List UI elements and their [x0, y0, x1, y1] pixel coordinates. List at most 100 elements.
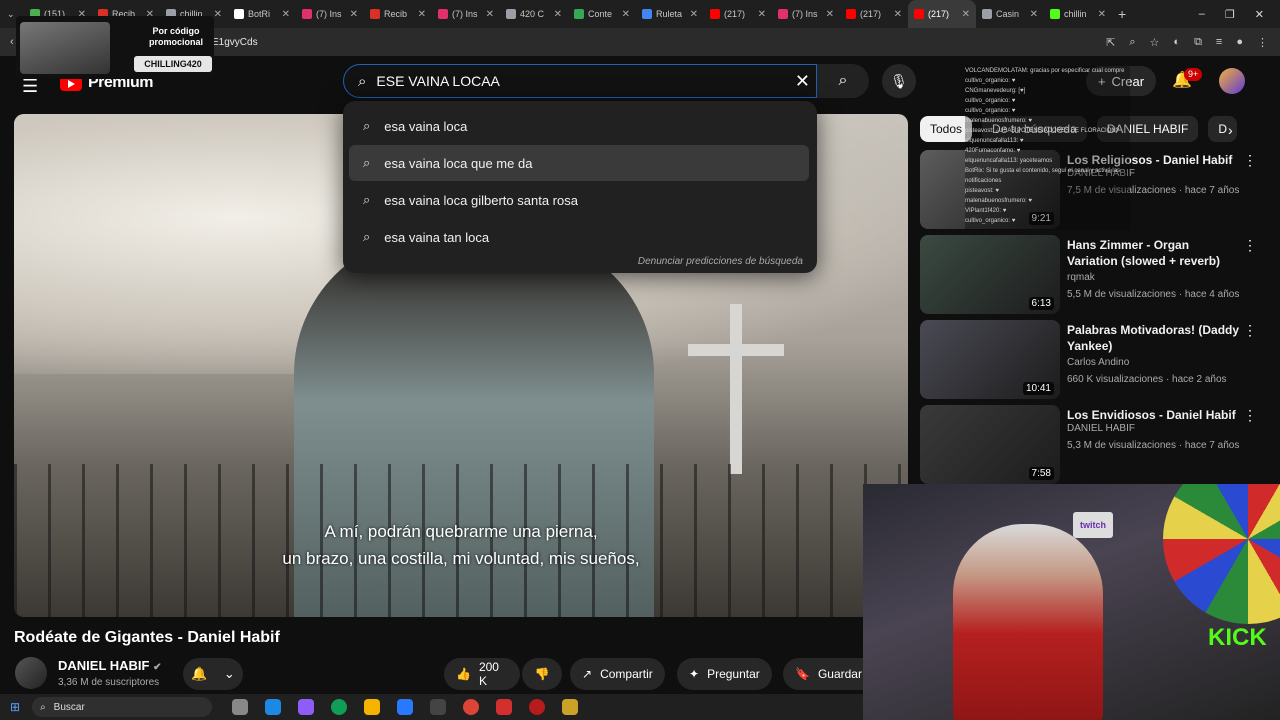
search-button[interactable]: ⌕ — [817, 64, 869, 98]
browser-tab[interactable]: (7) Ins ✕ — [432, 0, 500, 28]
channel-avatar[interactable] — [15, 657, 47, 689]
maximize-icon[interactable]: ❐ — [1225, 8, 1235, 21]
close-tab-icon[interactable]: ✕ — [959, 9, 970, 20]
profile-icon[interactable]: ● — [1236, 36, 1243, 49]
bookmark-star-icon[interactable]: ☆ — [1150, 36, 1160, 49]
more-icon[interactable]: ⋮ — [1257, 36, 1268, 49]
puzzle-icon[interactable]: ⧉ — [1194, 36, 1202, 49]
recommended-video[interactable]: 7:58 Los Envidiosos - Daniel Habif DANIEL … — [920, 405, 1260, 485]
search-box[interactable]: ⌕ ESE VAINA LOCAA ✕ — [343, 64, 817, 98]
video-title[interactable]: Los Envidiosos - Daniel Habif — [1067, 407, 1242, 423]
voice-search-button[interactable]: 🎙 — [882, 64, 916, 98]
browser-tab[interactable]: chillin ✕ — [1044, 0, 1112, 28]
chat-message: BotRix: Si te gusta el contenido, seguí … — [965, 168, 1121, 184]
browser-tab[interactable]: (217) ✕ — [704, 0, 772, 28]
share-button[interactable]: ↗ Compartir — [570, 658, 665, 690]
tab-title: (217) — [724, 9, 746, 19]
app-icon-2[interactable] — [562, 699, 579, 715]
browser-tab[interactable]: Recib ✕ — [364, 0, 432, 28]
video-cross-bar — [688, 344, 784, 356]
app-icon[interactable] — [430, 699, 447, 715]
browser-tab[interactable]: Ruleta ✕ — [636, 0, 704, 28]
browser-tab[interactable]: (7) Ins ✕ — [296, 0, 364, 28]
browser-tab[interactable]: (217) ✕ — [908, 0, 976, 28]
close-tab-icon[interactable]: ✕ — [823, 9, 834, 20]
more-options-icon[interactable]: ⋮ — [1243, 237, 1257, 254]
subscription-notifications-button[interactable]: 🔔 ⌄ — [183, 658, 243, 690]
recommended-video[interactable]: 10:41 Palabras Motivadoras! (Daddy Yankee… — [920, 320, 1260, 400]
media-icon[interactable]: ≡ — [1216, 36, 1222, 49]
url-text[interactable]: E1gvyCds — [212, 37, 258, 48]
install-icon[interactable]: ⇱ — [1106, 36, 1115, 49]
hamburger-menu-icon[interactable]: ☰ — [22, 76, 38, 97]
video-title[interactable]: Palabras Motivadoras! (Daddy Yankee) — [1067, 322, 1242, 354]
close-window-icon[interactable]: ✕ — [1255, 8, 1264, 21]
channel-name[interactable]: rqmak — [1067, 272, 1095, 283]
new-tab-button[interactable]: + — [1112, 0, 1138, 28]
video-thumbnail[interactable]: 7:58 — [920, 405, 1060, 484]
windows-start-icon[interactable]: ⊞ — [10, 700, 20, 714]
outlook-icon[interactable] — [397, 699, 414, 715]
channel-name[interactable]: Carlos Andino — [1067, 357, 1129, 368]
chevron-right-icon[interactable]: › — [1228, 122, 1233, 138]
close-tab-icon[interactable]: ✕ — [755, 9, 766, 20]
stream-chat-overlay: VOLCANDEMOLATAM: gracias por especificar… — [965, 66, 1130, 230]
minimize-icon[interactable]: – — [1199, 8, 1205, 21]
browser-tab[interactable]: (217) ✕ — [840, 0, 908, 28]
close-tab-icon[interactable]: ✕ — [619, 9, 630, 20]
tab-title: (217) — [860, 9, 882, 19]
copilot-icon[interactable] — [298, 699, 315, 715]
tab-favicon-icon — [506, 9, 516, 19]
close-tab-icon[interactable]: ✕ — [415, 9, 426, 20]
edge-icon[interactable] — [331, 699, 348, 715]
close-tab-icon[interactable]: ✕ — [551, 9, 562, 20]
browser-tab[interactable]: BotRi ✕ — [228, 0, 296, 28]
search-suggestion[interactable]: ⌕ esa vaina loca que me da — [349, 145, 809, 181]
extension-icon[interactable]: ◐ — [1173, 36, 1180, 49]
save-button[interactable]: 🔖 Guardar — [783, 658, 863, 690]
chat-message: VOLCANDEMOLATAM: gracias por especificar… — [965, 68, 1125, 74]
close-tab-icon[interactable]: ✕ — [687, 9, 698, 20]
back-icon[interactable]: ‹ — [10, 36, 14, 48]
account-avatar[interactable] — [1219, 68, 1245, 94]
task-view-icon[interactable] — [232, 699, 249, 715]
report-predictions-link[interactable]: Denunciar predicciones de búsqueda — [638, 256, 803, 267]
tab-title: BotRi — [248, 9, 271, 19]
zoom-icon[interactable]: ⌕ — [1129, 36, 1135, 49]
store-icon[interactable] — [265, 699, 282, 715]
clear-search-icon[interactable]: ✕ — [795, 71, 810, 92]
file-explorer-icon[interactable] — [364, 699, 381, 715]
tab-favicon-icon — [302, 9, 312, 19]
channel-name[interactable]: DANIEL HABIF ✔ — [58, 658, 162, 673]
recorder-icon[interactable] — [496, 699, 513, 715]
close-tab-icon[interactable]: ✕ — [347, 9, 358, 20]
more-options-icon[interactable]: ⋮ — [1243, 152, 1257, 169]
dislike-button[interactable]: 👎 — [522, 658, 562, 690]
video-thumbnail[interactable]: 10:41 — [920, 320, 1060, 399]
video-title[interactable]: Hans Zimmer - Organ Variation (slowed + … — [1067, 237, 1242, 269]
taskbar-search[interactable]: ⌕ Buscar — [32, 697, 213, 717]
browser-tab[interactable]: Conte ✕ — [568, 0, 636, 28]
channel-name[interactable]: DANIEL HABIF — [1067, 423, 1135, 434]
ask-button[interactable]: ✦ Preguntar — [677, 658, 772, 690]
video-thumbnail[interactable]: 6:13 — [920, 235, 1060, 314]
search-suggestion[interactable]: ⌕ esa vaina loca — [349, 108, 809, 144]
close-tab-icon[interactable]: ✕ — [1027, 9, 1038, 20]
like-button[interactable]: 👍 200 K — [444, 658, 520, 690]
more-options-icon[interactable]: ⋮ — [1243, 322, 1257, 339]
search-suggestion[interactable]: ⌕ esa vaina loca gilberto santa rosa — [349, 182, 809, 218]
search-input[interactable]: ESE VAINA LOCAA — [376, 73, 499, 89]
browser-tab[interactable]: 420 C ✕ — [500, 0, 568, 28]
more-options-icon[interactable]: ⋮ — [1243, 407, 1257, 424]
chat-message: malenabuenosfrumero: ♥ — [965, 198, 1032, 204]
recommended-video[interactable]: 6:13 Hans Zimmer - Organ Variation (slowe… — [920, 235, 1260, 315]
close-tab-icon[interactable]: ✕ — [1095, 9, 1106, 20]
chrome-icon[interactable] — [463, 699, 480, 715]
close-tab-icon[interactable]: ✕ — [483, 9, 494, 20]
close-tab-icon[interactable]: ✕ — [891, 9, 902, 20]
browser-tab[interactable]: (7) Ins ✕ — [772, 0, 840, 28]
browser-tab[interactable]: Casin ✕ — [976, 0, 1044, 28]
obs-icon[interactable] — [529, 699, 546, 715]
close-tab-icon[interactable]: ✕ — [279, 9, 290, 20]
search-suggestion[interactable]: ⌕ esa vaina tan loca — [349, 219, 809, 255]
